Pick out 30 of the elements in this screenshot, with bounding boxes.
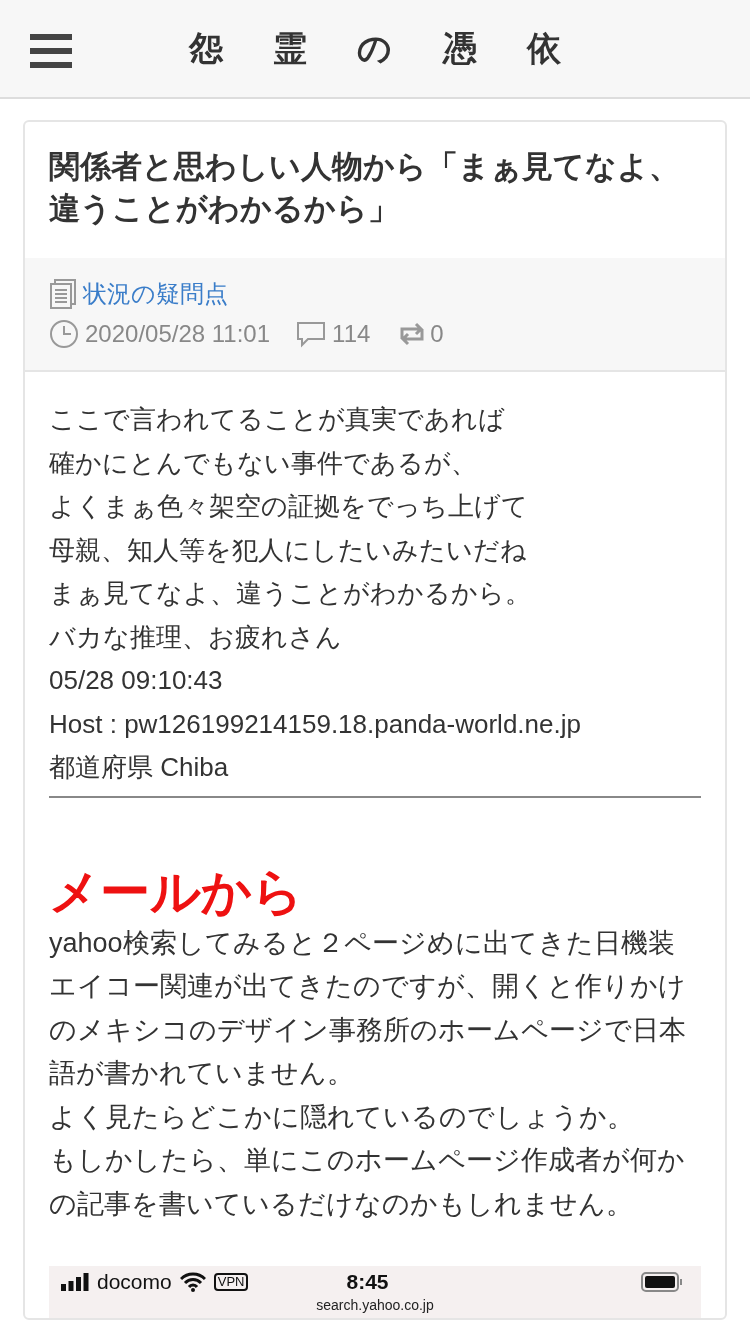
- comment-count: 114: [332, 319, 371, 349]
- article-title: 関係者と思わしい人物から「まぁ見てなよ、違うことがわかるから」: [49, 148, 681, 228]
- paragraph: よく見たらどこかに隠れているのでしょうか。: [49, 1100, 635, 1134]
- status-time: 8:45: [346, 1269, 389, 1295]
- vpn-badge: VPN: [213, 1273, 249, 1291]
- quote-line: バカな推理、お疲れさん: [49, 620, 343, 654]
- carrier-name: docomo: [97, 1269, 172, 1295]
- paragraph: もしかしたら、単にこのホームページ作成者が何かの記事を書いているだけなのかもしれません。: [49, 1144, 686, 1221]
- quote-line: 05/28 09:10:43: [49, 664, 224, 697]
- section-heading: メールから: [49, 862, 304, 922]
- quote-line: Host : pw126199214159.18.panda-world.ne.jp: [49, 707, 582, 741]
- paragraph: yahoo検索してみると２ページめに出てきた日機装エイコー関連が出てきたのですが、開くと作りかけのメキシコのデザイン事務所のホームページで日本語が書かれていません。: [49, 926, 687, 1090]
- wifi-icon: [179, 1272, 206, 1292]
- battery-icon: [641, 1272, 683, 1292]
- document-icon: [49, 279, 77, 309]
- comment-icon: [296, 320, 327, 348]
- quote-line: ここで言われてることが真実であれば: [49, 403, 506, 436]
- menu-icon[interactable]: [30, 34, 72, 68]
- quote-line: まぁ見てなよ、違うことがわかるから。: [49, 577, 532, 610]
- site-title[interactable]: 怨 霊 の 憑 依: [0, 23, 750, 74]
- quote-line: 確かにとんでもない事件であるが、: [49, 446, 478, 480]
- quote-line: 都道府県 Chiba: [49, 751, 230, 784]
- quote-line: よくまぁ色々架空の証拠をでっち上げて: [49, 490, 529, 523]
- signal-icon: [61, 1273, 89, 1291]
- url-text: search.yahoo.co.jp: [315, 1298, 435, 1312]
- post-date: 2020/05/28 11:01: [85, 319, 271, 349]
- quote-line: 母親、知人等を犯人にしたいみたいだね: [49, 533, 528, 567]
- category-link[interactable]: 状況の疑問点: [83, 274, 228, 314]
- repost-count: 0: [430, 319, 444, 349]
- clock-icon: [49, 319, 79, 349]
